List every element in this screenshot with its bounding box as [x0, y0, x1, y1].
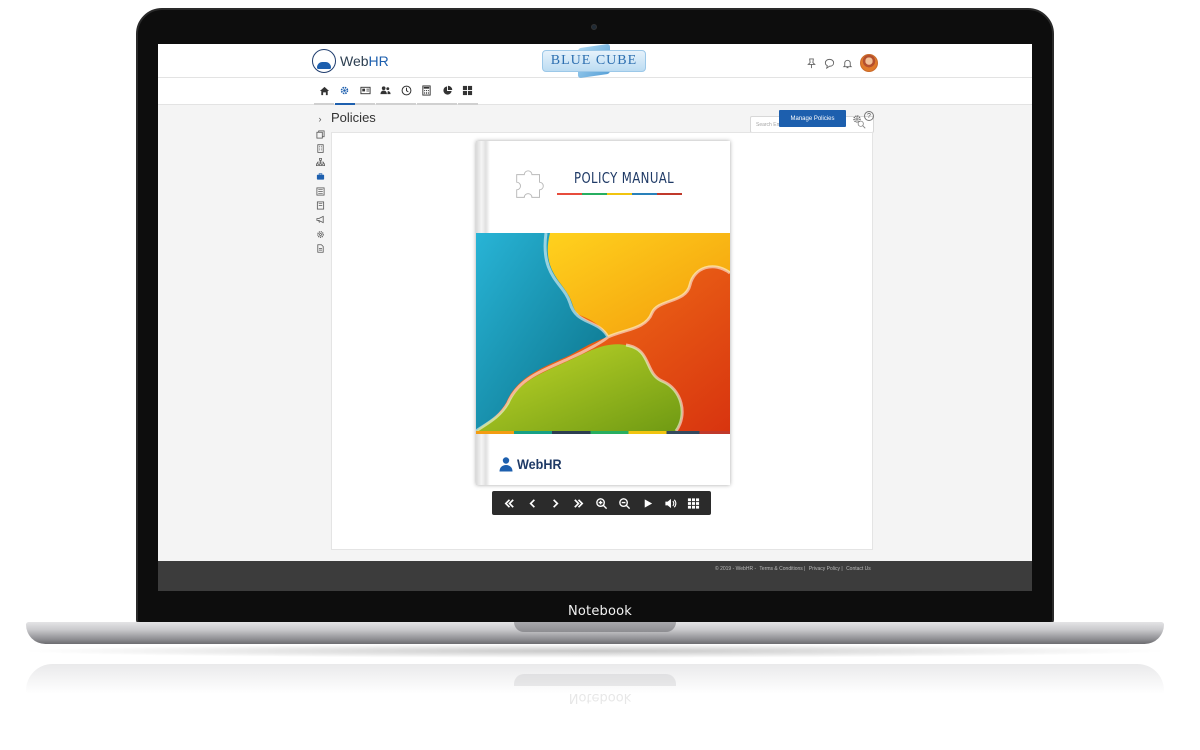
company-name: BLUE CUBE — [541, 50, 647, 72]
pin-icon[interactable] — [806, 57, 817, 69]
reflection-brand-label: Notebook — [568, 690, 632, 705]
webhr-logo[interactable]: WebHR — [312, 49, 389, 73]
thumbnails-icon[interactable] — [686, 495, 702, 511]
flipbook-toolbar — [492, 491, 711, 515]
app-screen: WebHR BLUE CUBE Search Employees, Module… — [158, 44, 1032, 591]
copy-icon[interactable] — [315, 129, 325, 139]
laptop-notch — [514, 622, 676, 632]
next-page-icon[interactable] — [548, 495, 564, 511]
terms-link[interactable]: Terms & Conditions | — [759, 566, 805, 572]
user-avatar[interactable] — [860, 54, 878, 72]
help-icon[interactable]: ? — [864, 111, 874, 121]
calculator-icon[interactable] — [416, 78, 437, 105]
book-icon[interactable] — [315, 200, 325, 210]
building-icon[interactable] — [315, 143, 325, 153]
zoom-out-icon[interactable] — [617, 495, 633, 511]
chat-icon[interactable] — [824, 58, 835, 69]
zoom-in-icon[interactable] — [594, 495, 610, 511]
bell-icon[interactable] — [842, 58, 853, 69]
laptop-shadow — [16, 644, 1174, 658]
volume-icon[interactable] — [663, 495, 679, 511]
cover-logo-text: WebHR — [517, 456, 562, 472]
last-page-icon[interactable] — [571, 495, 587, 511]
gear-icon[interactable] — [315, 229, 325, 239]
contact-link[interactable]: Contact Us — [846, 566, 871, 572]
settings-gear-icon[interactable] — [852, 111, 862, 123]
cover-title: POLICY MANUAL — [574, 169, 675, 187]
sidebar: › — [313, 114, 327, 258]
gear-icon[interactable] — [334, 78, 355, 105]
footer: © 2019 - WebHR - Terms & Conditions | Pr… — [158, 561, 1032, 591]
person-icon — [499, 457, 513, 472]
module-nav-bar — [158, 78, 1032, 133]
reflection-notch — [514, 674, 676, 686]
footer-links: © 2019 - WebHR - Terms & Conditions | Pr… — [715, 566, 873, 572]
cover-color-strip — [476, 431, 730, 434]
policy-viewer-panel: POLICY MANUAL WebHR — [331, 132, 873, 550]
id-card-icon[interactable] — [355, 78, 375, 105]
megaphone-icon[interactable] — [315, 215, 325, 225]
pie-chart-icon[interactable] — [437, 78, 457, 105]
webhr-logo-text: WebHR — [340, 53, 389, 69]
module-nav — [314, 78, 478, 105]
webhr-logo-icon — [312, 49, 336, 73]
first-page-icon[interactable] — [502, 495, 518, 511]
org-chart-icon[interactable] — [315, 158, 325, 168]
puzzle-artwork — [476, 233, 730, 431]
briefcase-icon[interactable] — [315, 172, 325, 182]
privacy-link[interactable]: Privacy Policy | — [809, 566, 843, 572]
puzzle-piece-icon — [516, 170, 544, 198]
policy-flipbook-cover[interactable]: POLICY MANUAL WebHR — [476, 141, 730, 485]
cover-webhr-logo: WebHR — [498, 456, 567, 472]
previous-page-icon[interactable] — [525, 495, 541, 511]
company-logo: BLUE CUBE — [536, 44, 652, 79]
top-utility-icons — [806, 54, 878, 72]
play-icon[interactable] — [640, 495, 656, 511]
clock-icon[interactable] — [396, 78, 416, 105]
grid-icon[interactable] — [457, 78, 478, 105]
notebook-brand-label: Notebook — [567, 604, 633, 619]
newspaper-icon[interactable] — [315, 186, 325, 196]
title-underline — [557, 193, 682, 195]
home-icon[interactable] — [314, 78, 334, 105]
manage-policies-button[interactable]: Manage Policies — [779, 110, 846, 127]
sidebar-expand-chevron-icon[interactable]: › — [319, 114, 322, 124]
people-icon[interactable] — [375, 78, 396, 105]
document-icon[interactable] — [315, 243, 325, 253]
webcam — [591, 24, 597, 30]
top-bar: WebHR BLUE CUBE — [158, 44, 1032, 79]
copyright-text: © 2019 - WebHR - — [715, 566, 757, 572]
page-title: Policies — [331, 110, 376, 125]
